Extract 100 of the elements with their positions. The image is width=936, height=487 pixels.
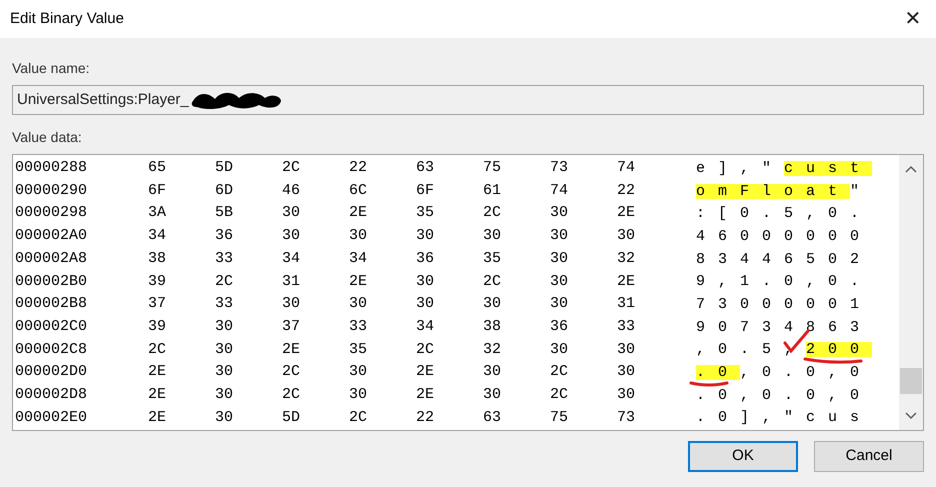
hex-byte-cell-text: 75 xyxy=(550,408,570,428)
ascii-text: 73000001 xyxy=(696,296,872,312)
hex-byte-cell-text: 2E xyxy=(148,408,168,428)
hex-byte-cell-text: 39 xyxy=(148,316,168,337)
underline-annotation xyxy=(803,357,863,365)
hex-byte-cell-text: 30 xyxy=(617,362,636,382)
highlighted-ascii-text: .0 xyxy=(696,365,740,380)
highlighted-ascii-text: omFloat xyxy=(696,184,850,199)
scrollbar-thumb[interactable] xyxy=(900,368,922,394)
hex-byte-cell-text: 32 xyxy=(483,340,502,360)
ascii-text: 83446502 xyxy=(696,252,872,267)
hex-byte-cell-text: 30 xyxy=(416,272,436,292)
hex-byte-cell-text: 30 xyxy=(215,340,234,360)
hex-byte-cell-text: 2C xyxy=(483,203,502,224)
hex-byte-cell-text: 2E xyxy=(617,272,636,292)
hex-byte-cell-text: 30 xyxy=(416,226,436,246)
hex-byte-cell-text: 30 xyxy=(550,294,570,314)
address-cell-text: 000002A8 xyxy=(14,248,88,269)
hex-byte-cell-text: 34 xyxy=(148,226,168,246)
hex-byte-cell-text: 2E xyxy=(148,362,168,382)
ascii-text: ,0.5, xyxy=(696,342,806,358)
hex-byte-cell-text: 34 xyxy=(349,248,368,269)
hex-byte-cell-text: 30 xyxy=(550,203,570,224)
address-cell-text: 000002C8 xyxy=(14,340,88,360)
ascii-text: ,0.0,0 xyxy=(740,365,872,380)
hex-byte-cell-text: 5D xyxy=(215,158,234,178)
hex-byte-cell-text: 5B xyxy=(215,203,234,224)
highlighted-ascii-text: 200 xyxy=(806,342,872,358)
hex-byte-cell-text: 31 xyxy=(617,294,636,314)
hex-byte-cell-text: 22 xyxy=(349,158,368,178)
hex-byte-cell-text: 2C xyxy=(282,384,302,405)
address-cell-text: 000002D8 xyxy=(14,384,88,405)
hex-byte-cell-text: 30 xyxy=(550,248,570,269)
hex-byte-cell-text: 30 xyxy=(550,340,570,360)
value-name-field[interactable]: UniversalSettings:Player_ xyxy=(12,85,924,115)
hex-byte-cell-text: 73 xyxy=(550,158,570,178)
hex-byte-cell-text: 30 xyxy=(349,362,368,382)
hex-byte-cell-text: 2E xyxy=(416,362,436,382)
address-cell-text: 00000290 xyxy=(14,180,88,201)
hex-byte-cell-text: 38 xyxy=(148,248,168,269)
hex-byte-cell-text: 30 xyxy=(483,226,502,246)
hex-byte-cell-text: 22 xyxy=(617,180,636,201)
hex-byte-cell-text: 30 xyxy=(617,384,636,405)
hex-byte-cell-text: 6F xyxy=(416,180,436,201)
hex-byte-cell-text: 31 xyxy=(282,272,302,292)
hex-byte-cell-text: 33 xyxy=(349,316,368,337)
hex-byte-cell-text: 63 xyxy=(483,408,502,428)
ascii-text: 46000000 xyxy=(696,228,872,244)
hex-byte-cell-text: 30 xyxy=(550,226,570,246)
hex-byte-cell-text: 30 xyxy=(349,384,368,405)
hex-byte-cell-text: 34 xyxy=(282,248,302,269)
hex-byte-cell-text: 30 xyxy=(483,384,502,405)
address-cell-text: 00000288 xyxy=(14,158,88,178)
address-cell-text: 000002D0 xyxy=(14,362,88,382)
address-cell-text: 000002B0 xyxy=(14,272,88,292)
hex-byte-cell-text: 2E xyxy=(617,203,636,224)
hex-byte-cell-text: 30 xyxy=(483,294,502,314)
hex-byte-cell-text: 63 xyxy=(416,158,436,178)
hex-byte-cell-text: 2C xyxy=(148,340,168,360)
hex-byte-cell-text: 2C xyxy=(215,272,234,292)
ascii-text: .0,0.0,0 xyxy=(696,388,872,403)
hex-byte-cell-text: 65 xyxy=(148,158,168,178)
field-label: Value name: xyxy=(12,59,90,78)
hex-byte-cell-text: 2C xyxy=(416,340,436,360)
address-cell-text: 000002C0 xyxy=(14,316,88,337)
ascii-text: 9,1.0,0. xyxy=(696,274,872,290)
cancel-button[interactable]: Cancel xyxy=(814,441,924,472)
hex-byte-cell-text: 74 xyxy=(617,158,636,178)
hex-byte-cell-text: 30 xyxy=(483,362,502,382)
ascii-text: " xyxy=(850,184,872,199)
hex-byte-cell-text: 46 xyxy=(282,180,302,201)
hex-byte-cell-text: 33 xyxy=(215,294,234,314)
hex-byte-cell-text: 36 xyxy=(416,248,436,269)
address-cell-text: 000002B8 xyxy=(14,294,88,314)
hex-byte-cell-text: 36 xyxy=(215,226,234,246)
hex-byte-cell-text: 30 xyxy=(617,226,636,246)
hex-byte-cell-text: 30 xyxy=(282,203,302,224)
window-title: Edit Binary Value xyxy=(10,8,124,29)
scroll-down-icon[interactable] xyxy=(905,412,917,420)
close-button[interactable]: ✕ xyxy=(890,0,936,38)
hex-byte-cell-text: 36 xyxy=(550,316,570,337)
hex-byte-cell-text: 2C xyxy=(349,408,368,428)
scroll-up-icon[interactable] xyxy=(905,165,917,173)
hex-byte-cell-text: 32 xyxy=(617,248,636,269)
hex-byte-cell-text: 5D xyxy=(282,408,302,428)
hex-byte-cell-text: 30 xyxy=(215,408,234,428)
hex-byte-cell-text: 22 xyxy=(416,408,436,428)
hex-byte-cell-text: 6F xyxy=(148,180,168,201)
address-cell-text: 000002A0 xyxy=(14,226,88,246)
ascii-text: :[0.5,0. xyxy=(696,206,872,222)
highlighted-ascii-text: cust xyxy=(784,160,872,176)
scrollbar[interactable] xyxy=(899,155,923,430)
ok-button[interactable]: OK xyxy=(688,441,798,472)
hex-byte-cell-text: 2C xyxy=(483,272,502,292)
hex-byte-cell-text: 6D xyxy=(215,180,234,201)
hex-byte-cell-text: 33 xyxy=(617,316,636,337)
hex-byte-cell-text: 33 xyxy=(215,248,234,269)
hex-byte-cell-text: 30 xyxy=(550,272,570,292)
field-label: Value data: xyxy=(12,128,82,147)
hex-byte-cell-text: 30 xyxy=(215,362,234,382)
